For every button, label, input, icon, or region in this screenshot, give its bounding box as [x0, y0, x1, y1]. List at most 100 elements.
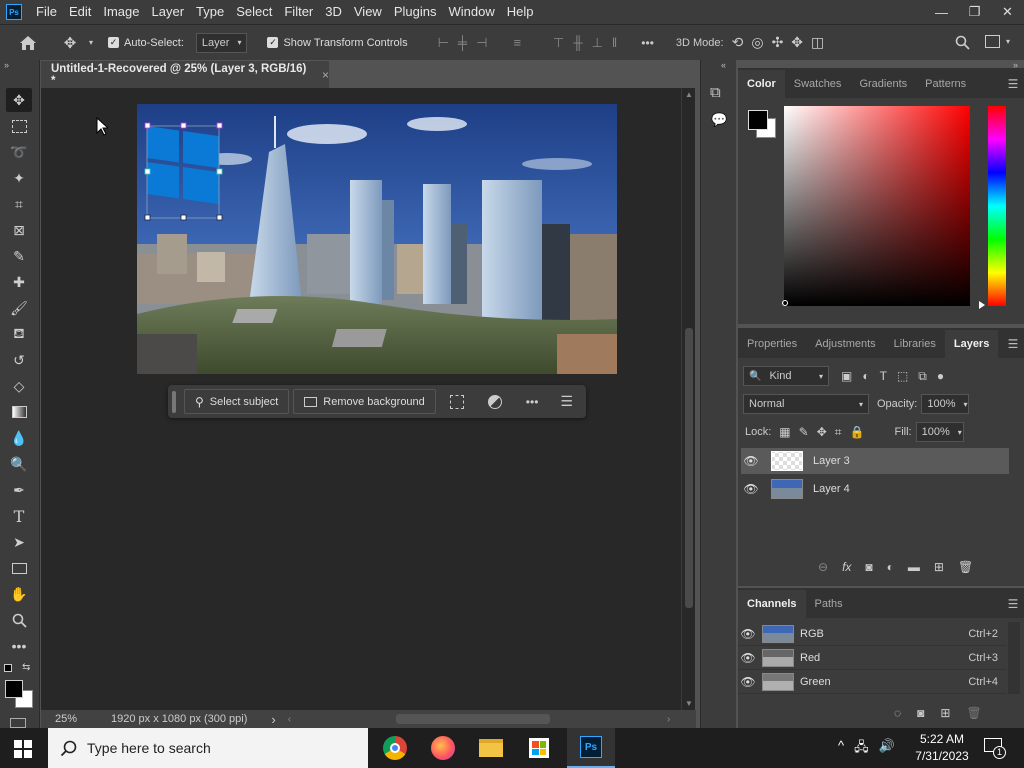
chevron-down-icon[interactable]: ▾ — [1006, 37, 1010, 46]
filter-shape-icon[interactable]: ⬚ — [897, 369, 908, 384]
clock[interactable]: 5:22 AM 7/31/2023 — [912, 731, 972, 765]
new-layer-icon[interactable]: ⊞ — [934, 560, 944, 574]
menu-type[interactable]: Type — [190, 0, 230, 24]
delete-channel-icon[interactable]: 🗑 — [966, 706, 981, 720]
filter-type-icon[interactable]: T — [880, 369, 887, 384]
menu-image[interactable]: Image — [97, 0, 145, 24]
load-selection-icon[interactable]: ◌ — [894, 706, 901, 720]
zoom-tool-icon[interactable] — [6, 608, 32, 632]
document-tab[interactable]: Untitled-1-Recovered @ 25% (Layer 3, RGB… — [41, 60, 329, 88]
filter-pixel-icon[interactable]: ▣ — [841, 369, 852, 384]
distribute-vertical-icon[interactable]: ‖ — [612, 35, 617, 51]
more-actions-button[interactable]: ••• — [526, 395, 539, 409]
menu-view[interactable]: View — [348, 0, 388, 24]
menu-layer[interactable]: Layer — [146, 0, 191, 24]
crop-tool-icon[interactable]: ⌗ — [6, 192, 32, 216]
more-options-button[interactable]: ••• — [641, 36, 654, 50]
show-hidden-icons-icon[interactable]: ^ — [838, 738, 844, 760]
eyedropper-tool-icon[interactable]: ✎ — [6, 244, 32, 268]
layer-name[interactable]: Layer 4 — [813, 483, 850, 495]
mask-icon[interactable] — [487, 394, 502, 409]
default-colors-icon[interactable] — [4, 664, 12, 672]
filter-kind-dropdown[interactable]: 🔍 Kind ▾ — [743, 366, 829, 386]
lock-all-icon[interactable]: 🔒 — [850, 425, 865, 440]
move-tool-preset-icon[interactable]: ✥ — [56, 34, 84, 52]
distribute-icon[interactable]: ≡ — [513, 35, 521, 51]
drag-3d-icon[interactable]: ✣ — [772, 34, 784, 51]
hand-tool-icon[interactable]: ✋ — [6, 582, 32, 606]
channel-row-red[interactable]: 👁 Red Ctrl+3 — [738, 646, 1006, 670]
frame-tool-icon[interactable]: ⊠ — [6, 218, 32, 242]
photoshop-logo-icon[interactable]: Ps — [6, 4, 22, 20]
tab-patterns[interactable]: Patterns — [916, 70, 975, 98]
workspace-icon[interactable] — [985, 35, 1000, 48]
tab-libraries[interactable]: Libraries — [885, 330, 945, 358]
layer-row-layer-4[interactable]: 👁 Layer 4 — [741, 476, 1009, 502]
menu-help[interactable]: Help — [501, 0, 540, 24]
tab-color[interactable]: Color — [738, 70, 785, 98]
hue-slider[interactable] — [988, 106, 1006, 306]
dodge-tool-icon[interactable]: 🔍 — [6, 452, 32, 476]
lock-transparency-icon[interactable]: ▦ — [779, 425, 790, 440]
search-icon[interactable] — [955, 35, 970, 53]
scale-3d-icon[interactable]: ◫ — [811, 34, 824, 51]
taskbar-search-box[interactable]: Type here to search — [48, 728, 368, 768]
transform-icon[interactable] — [449, 394, 464, 409]
collapse-arrows-icon[interactable]: « — [721, 60, 726, 70]
channels-scrollbar[interactable] — [1008, 622, 1020, 694]
align-vcenter-icon[interactable]: ╫ — [573, 35, 582, 51]
layer-name[interactable]: Layer 3 — [813, 455, 850, 467]
chevron-down-icon[interactable]: ▾ — [84, 38, 98, 47]
fill-field[interactable]: 100% ▾ — [915, 422, 964, 442]
orbit-3d-icon[interactable]: ⟲ — [732, 34, 744, 51]
align-left-icon[interactable]: ⊢ — [438, 35, 449, 51]
link-layers-icon[interactable]: ⊖ — [818, 560, 828, 574]
scroll-up-icon[interactable]: ▲ — [685, 90, 693, 99]
menu-plugins[interactable]: Plugins — [388, 0, 443, 24]
marquee-tool-icon[interactable] — [6, 114, 32, 138]
menu-edit[interactable]: Edit — [63, 0, 97, 24]
zoom-level[interactable]: 25% — [55, 713, 77, 725]
foreground-color-swatch[interactable] — [5, 680, 23, 698]
comments-panel-icon[interactable]: 💬 — [711, 112, 727, 128]
rectangle-tool-icon[interactable] — [6, 556, 32, 580]
auto-select-dropdown[interactable]: Layer ▾ — [195, 32, 248, 53]
settings-sliders-icon[interactable]: ☰ — [560, 393, 573, 410]
history-brush-tool-icon[interactable]: ↺ — [6, 348, 32, 372]
transform-controls-checkbox[interactable]: ✓ — [267, 37, 279, 48]
filter-smart-object-icon[interactable]: ⧉ — [918, 369, 927, 384]
opacity-field[interactable]: 100% ▾ — [921, 394, 970, 414]
firefox-icon[interactable] — [419, 728, 467, 768]
tab-gradients[interactable]: Gradients — [850, 70, 916, 98]
drag-handle[interactable] — [172, 390, 176, 413]
color-field-picker[interactable] — [782, 300, 788, 306]
healing-brush-tool-icon[interactable]: ✚ — [6, 270, 32, 294]
tab-layers[interactable]: Layers — [944, 330, 999, 358]
filter-adjustment-icon[interactable]: ◐ — [862, 369, 869, 384]
scroll-left-icon[interactable]: ‹ — [288, 714, 291, 725]
align-hcenter-icon[interactable]: ╪ — [458, 35, 467, 51]
slide-3d-icon[interactable]: ✥ — [791, 34, 803, 51]
new-group-icon[interactable]: ▬ — [908, 560, 920, 574]
visibility-eye-icon[interactable]: 👁 — [738, 675, 758, 689]
add-mask-icon[interactable]: ◙ — [865, 560, 872, 574]
vertical-scrollbar[interactable]: ▲ ▼ — [681, 88, 695, 710]
more-tools-icon[interactable]: ••• — [6, 634, 32, 658]
panel-menu-icon[interactable]: ☰ — [1002, 330, 1024, 358]
auto-select-checkbox[interactable]: ✓ — [108, 37, 119, 48]
pen-tool-icon[interactable]: ✒ — [6, 478, 32, 502]
scroll-down-icon[interactable]: ▼ — [685, 699, 693, 708]
move-tool-icon[interactable]: ✥ — [6, 88, 32, 112]
status-arrow-icon[interactable]: › — [271, 712, 275, 727]
path-selection-tool-icon[interactable]: ➤ — [6, 530, 32, 554]
layer-style-icon[interactable]: fx — [842, 560, 851, 574]
blur-tool-icon[interactable]: 💧 — [6, 426, 32, 450]
tab-paths[interactable]: Paths — [806, 590, 852, 618]
close-document-icon[interactable]: × — [322, 68, 329, 82]
adjustment-layer-icon[interactable]: ◐ — [887, 560, 894, 574]
close-icon[interactable]: ✕ — [991, 0, 1024, 24]
new-channel-icon[interactable]: ⊞ — [940, 706, 950, 720]
channel-row-green[interactable]: 👁 Green Ctrl+4 — [738, 670, 1006, 694]
restore-icon[interactable]: ❐ — [958, 0, 991, 24]
align-right-icon[interactable]: ⊣ — [476, 35, 487, 51]
